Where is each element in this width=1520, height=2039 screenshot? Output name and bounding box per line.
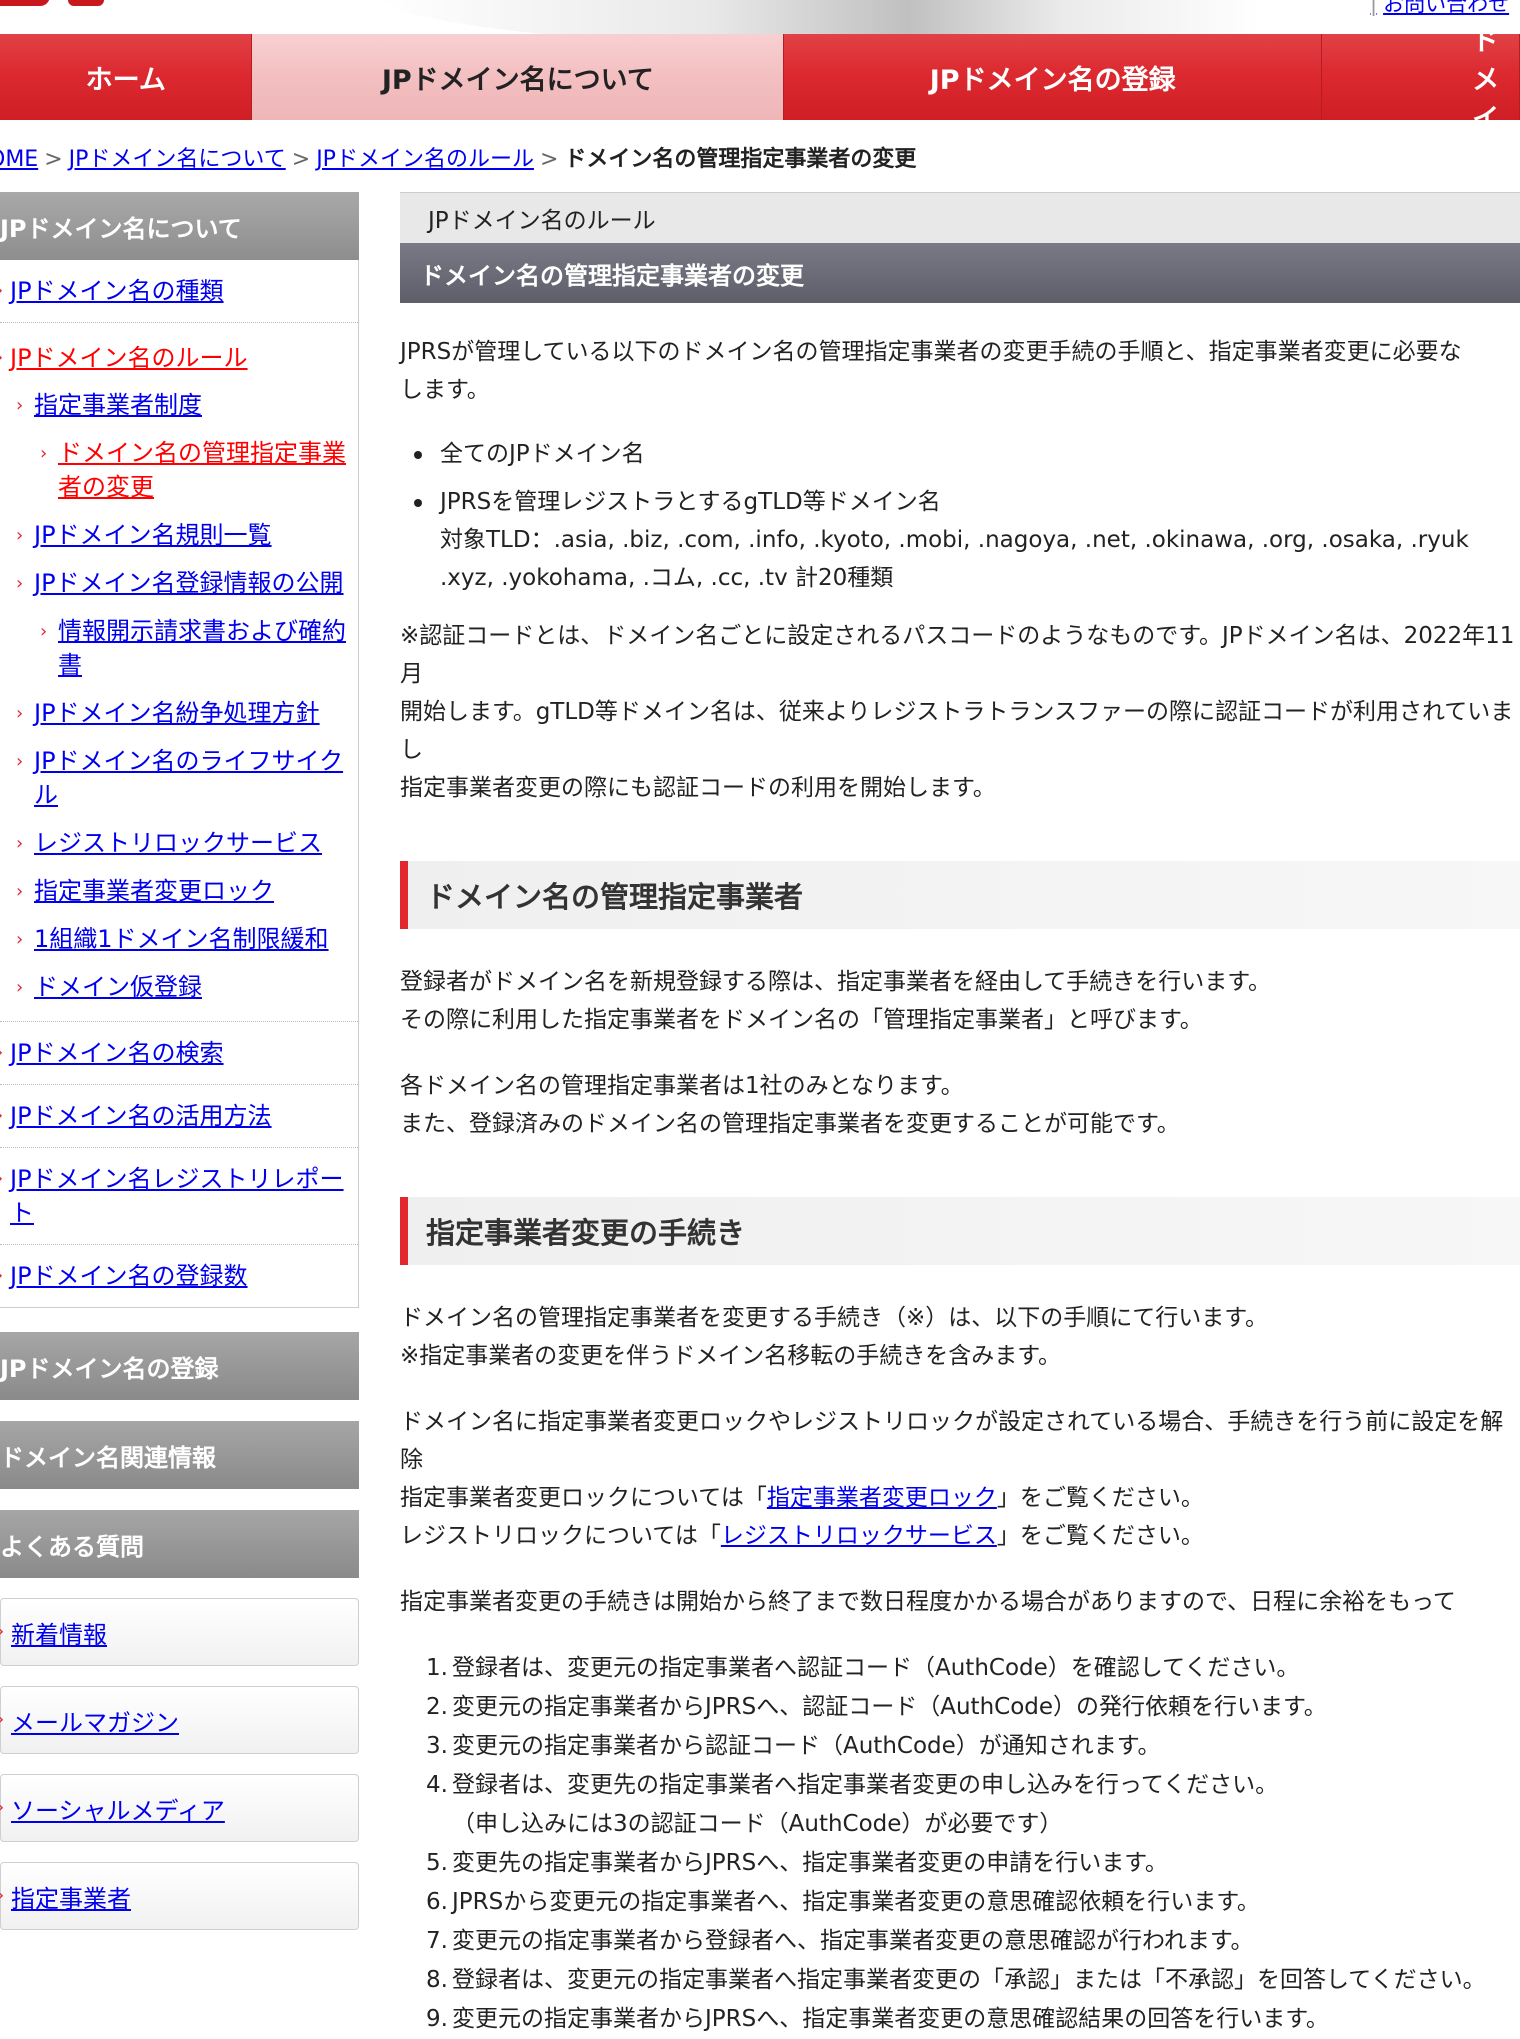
sidebar-item-registrar-lock[interactable]: › 指定事業者変更ロック [0, 867, 358, 915]
sidebar-list: ›JPドメイン名の種類 ›JPドメイン名のルール ›指定事業者制度 ›ドメイン名… [0, 260, 359, 1308]
global-nav: ホーム JPドメイン名について JPドメイン名の登録 ドメイ [0, 26, 1520, 135]
nav-domain-related[interactable]: ドメイ [1322, 26, 1520, 135]
list-item: 全てのJPドメイン名 [400, 435, 1520, 473]
chevron-right-icon: › [40, 621, 48, 642]
chevron-right-icon: › [16, 833, 24, 854]
breadcrumb: OME>JPドメイン名について>JPドメイン名のルール>ドメイン名の管理指定事業… [0, 141, 916, 173]
chevron-right-icon: › [16, 573, 24, 594]
list-item: 1. 登録者は、変更元の指定事業者へ認証コード（AuthCode）を確認してくださ… [426, 1655, 1300, 1681]
list-item: 9. 変更元の指定事業者からJPRSへ、指定事業者変更の意思確認結果の回答を行いま… [426, 2006, 1329, 2032]
breadcrumb-home[interactable]: OME [0, 147, 38, 172]
sidebar-group-rules: ›JPドメイン名のルール ›指定事業者制度 ›ドメイン名の管理指定事業者の変更 … [0, 323, 358, 1022]
procedure-paragraph-2: ドメイン名に指定事業者変更ロックやレジストリロックが設定されている場合、手続きを… [400, 1409, 1504, 1549]
chevron-right-icon: › [0, 1621, 4, 1642]
sidebar-section-related-info[interactable]: ドメイン名関連情報 [0, 1421, 359, 1489]
chevron-right-icon: › [16, 395, 24, 416]
chevron-right-icon: › [0, 1885, 4, 1906]
chevron-right-icon: › [0, 1797, 4, 1818]
sidebar-item-types[interactable]: ›JPドメイン名の種類 [0, 260, 358, 323]
sidebar-item-lifecycle[interactable]: › JPドメイン名のライフサイクル [0, 737, 358, 819]
chevron-right-icon: › [16, 929, 24, 950]
breadcrumb-current: ドメイン名の管理指定事業者の変更 [564, 147, 917, 172]
sidebar-box-mail-magazine[interactable]: ›メールマガジン [0, 1686, 359, 1754]
chevron-right-icon: › [0, 1099, 3, 1133]
procedure-steps: 1. 登録者は、変更元の指定事業者へ認証コード（AuthCode）を確認してくださ… [400, 1649, 1520, 2039]
chevron-right-icon: › [16, 525, 24, 546]
page-title: ドメイン名の管理指定事業者の変更 [400, 243, 1520, 303]
registrar-paragraph-1: 登録者がドメイン名を新規登録する際は、指定事業者を経由して手続きを行います。 そ… [400, 969, 1272, 1033]
sidebar-item-search[interactable]: ›JPドメイン名の検索 [0, 1022, 358, 1085]
sidebar-item-rule-list[interactable]: › JPドメイン名規則一覧 [0, 511, 358, 559]
sidebar-item-disclosure-form[interactable]: › 情報開示請求書および確約書 [0, 607, 358, 689]
chevron-right-icon: › [0, 341, 3, 375]
list-item: 7. 変更元の指定事業者から登録者へ、指定事業者変更の意思確認が行われます。 [426, 1928, 1254, 1954]
page-category: JPドメイン名のルール [400, 192, 1520, 243]
sidebar-item-registrar-system[interactable]: › 指定事業者制度 [0, 381, 358, 429]
chevron-right-icon: › [16, 977, 24, 998]
target-domain-list: 全てのJPドメイン名 JPRSを管理レジストラとするgTLD等ドメイン名 対象TL… [400, 435, 1520, 597]
sidebar: JPドメイン名について ›JPドメイン名の種類 ›JPドメイン名のルール ›指定… [0, 192, 359, 1930]
sidebar-item-count[interactable]: ›JPドメイン名の登録数 [0, 1245, 358, 1307]
sidebar-item-whois-publication[interactable]: › JPドメイン名登録情報の公開 [0, 559, 358, 607]
chevron-right-icon: › [16, 881, 24, 902]
site-header: | お問い合わせ [0, 0, 1520, 34]
list-item: 5. 変更先の指定事業者からJPRSへ、指定事業者変更の申請を行います。 [426, 1850, 1168, 1876]
registrar-paragraph-2: 各ドメイン名の管理指定事業者は1社のみとなります。 また、登録済みのドメイン名の… [400, 1073, 1180, 1137]
chevron-right-icon: › [0, 1162, 3, 1196]
registrar-lock-link[interactable]: 指定事業者変更ロック [767, 1485, 997, 1511]
sidebar-item-usage[interactable]: ›JPドメイン名の活用方法 [0, 1085, 358, 1148]
sidebar-section-register[interactable]: JPドメイン名の登録 [0, 1332, 359, 1400]
authcode-note: ※認証コードとは、ドメイン名ごとに設定されるパスコードのようなものです。JPドメ… [400, 623, 1515, 801]
chevron-right-icon: › [40, 443, 48, 464]
chevron-right-icon: › [16, 703, 24, 724]
nav-register-jp-domain[interactable]: JPドメイン名の登録 [784, 34, 1323, 120]
nav-home[interactable]: ホーム [0, 34, 253, 120]
sidebar-item-dispute-policy[interactable]: › JPドメイン名紛争処理方針 [0, 689, 358, 737]
sidebar-item-rules[interactable]: ›JPドメイン名のルール [0, 327, 358, 381]
sidebar-box-news[interactable]: ›新着情報 [0, 1598, 359, 1666]
sidebar-item-one-org-relax[interactable]: › 1組織1ドメイン名制限緩和 [0, 915, 358, 963]
section-heading-registrar: ドメイン名の管理指定事業者 [400, 861, 1520, 929]
procedure-paragraph-3: 指定事業者変更の手続きは開始から終了まで数日程度かかる場合がありますので、日程に… [400, 1589, 1456, 1615]
sidebar-heading: JPドメイン名について [0, 192, 359, 260]
chevron-right-icon: › [16, 751, 24, 772]
chevron-right-icon: › [0, 1259, 3, 1293]
chevron-right-icon: › [0, 1036, 3, 1070]
jprs-logo[interactable] [0, 0, 114, 10]
header-swoosh-graphic [380, 0, 1480, 34]
registry-lock-link[interactable]: レジストリロックサービス [721, 1523, 997, 1549]
contact-link[interactable]: | お問い合わせ [1370, 0, 1509, 18]
procedure-paragraph-1: ドメイン名の管理指定事業者を変更する手続き（※）は、以下の手順にて行います。 ※… [400, 1305, 1268, 1369]
sidebar-item-registry-lock[interactable]: › レジストリロックサービス [0, 819, 358, 867]
sidebar-box-social-media[interactable]: ›ソーシャルメディア [0, 1774, 359, 1842]
chevron-right-icon: › [0, 1709, 4, 1730]
breadcrumb-rules[interactable]: JPドメイン名のルール [316, 147, 534, 172]
list-item: 2. 変更元の指定事業者からJPRSへ、認証コード（AuthCode）の発行依頼を… [426, 1694, 1327, 1720]
nav-about-jp-domain[interactable]: JPドメイン名について [252, 34, 785, 120]
sidebar-item-registrar-change[interactable]: › ドメイン名の管理指定事業者の変更 [0, 429, 358, 511]
list-item: JPRSを管理レジストラとするgTLD等ドメイン名 対象TLD：.asia, .b… [400, 483, 1520, 597]
list-item: 4. 登録者は、変更先の指定事業者へ指定事業者変更の申し込みを行ってください。 （申… [426, 1772, 1279, 1837]
list-item: 6. JPRSから変更元の指定事業者へ、指定事業者変更の意思確認依頼を行います。 [426, 1889, 1260, 1915]
page-title-box: JPドメイン名のルール ドメイン名の管理指定事業者の変更 [400, 192, 1520, 303]
section-heading-procedure: 指定事業者変更の手続き [400, 1197, 1520, 1265]
sidebar-item-provisional[interactable]: › ドメイン仮登録 [0, 963, 358, 1011]
breadcrumb-about[interactable]: JPドメイン名について [69, 147, 286, 172]
chevron-right-icon: › [0, 274, 3, 308]
intro-paragraph: JPRSが管理している以下のドメイン名の管理指定事業者の変更手続の手順と、指定事… [400, 339, 1462, 403]
list-item: 8. 登録者は、変更元の指定事業者へ指定事業者変更の「承認」または「不承認」を回答… [426, 1967, 1486, 1993]
sidebar-section-faq[interactable]: よくある質問 [0, 1510, 359, 1578]
main-content: JPドメイン名のルール ドメイン名の管理指定事業者の変更 JPRSが管理している… [400, 192, 1520, 2039]
sidebar-item-registry-report[interactable]: ›JPドメイン名レジストリレポート [0, 1148, 358, 1245]
sidebar-box-registrars[interactable]: ›指定事業者 [0, 1862, 359, 1930]
list-item: 3. 変更元の指定事業者から認証コード（AuthCode）が通知されます。 [426, 1733, 1161, 1759]
